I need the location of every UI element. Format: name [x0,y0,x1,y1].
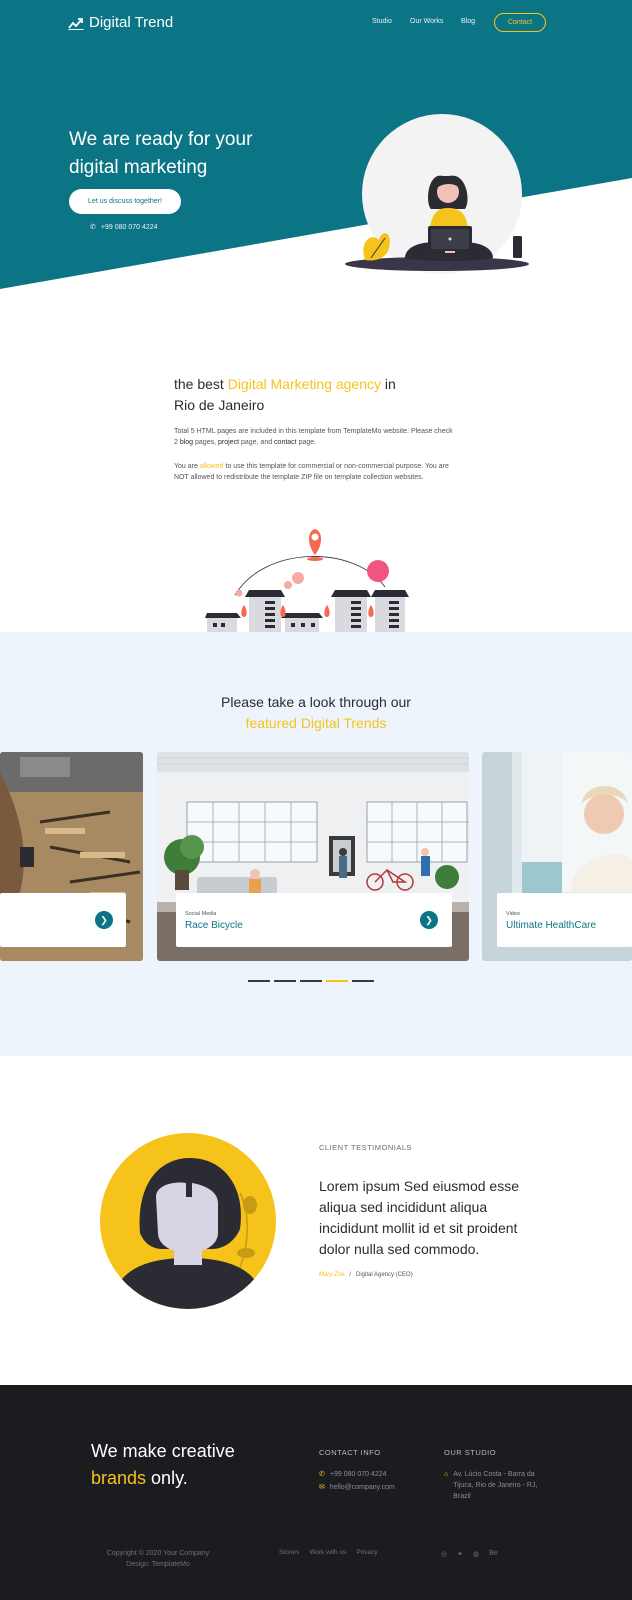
testimonial-quote: Lorem ipsum Sed eiusmod esse aliqua sed … [319,1178,519,1257]
about-p1-text-4: page. [296,439,317,446]
home-icon: ⌂ [444,1471,449,1478]
about-title-text: the best [174,376,228,392]
blog-link[interactable]: blog [180,439,193,446]
card-category: Video [506,911,520,917]
about-paragraph-2: You are allowed to use this template for… [174,461,454,483]
footer-phone-number: +99 080 070 4224 [329,1471,387,1478]
featured-title-line: Please take a look through our [221,694,411,710]
brand-name: Digital Trend [89,14,174,31]
slogan-accent: brands [91,1468,147,1488]
brand-logo[interactable]: Digital Trend [68,14,173,31]
hero-title: We are ready for your digital marketing [69,129,253,178]
footer-address-text: Av. Lúcio Costa - Barra da Tijuca, Rio d… [453,1471,538,1500]
city-illustration [205,529,409,633]
footer-contact-heading: CONTACT INFO [319,1448,381,1457]
footer-email-address: hello@company.com [329,1484,395,1491]
about-paragraph-1: Total 5 HTML pages are included in this … [174,426,454,448]
instagram-icon[interactable]: ◎ [441,1550,447,1558]
footer-address: ⌂ Av. Lúcio Costa - Barra da Tijuca, Rio… [444,1469,556,1502]
navbar: Digital Trend Studio Our Works Blog Cont… [0,0,632,46]
dribbble-icon[interactable]: ◍ [473,1550,479,1558]
author-separator: / [349,1272,352,1278]
featured-title-accent: featured Digital Trends [245,715,387,731]
trend-chart-icon [68,17,84,30]
copyright-text: Copyright © 2020 Your Company [106,1550,210,1557]
card-info-ultimate-healthcare: Video Ultimate HealthCare [497,893,632,947]
about-title: the best Digital Marketing agency in Rio… [174,374,414,416]
footer-slogan: We make creative brands only. [91,1438,271,1492]
card-title[interactable]: Race Bicycle [185,920,243,931]
footer-link-stories[interactable]: Stories [279,1549,299,1556]
testimonial-label: CLIENT TESTIMONIALS [319,1143,412,1152]
card-info-race-bicycle: Social Media Race Bicycle ❯ [176,893,452,947]
card-arrow-button[interactable]: ❯ [95,911,113,929]
slogan-text: We make creative [91,1441,235,1461]
nav-link-our-works[interactable]: Our Works [410,18,443,25]
about-title-accent: Digital Marketing agency [227,376,381,392]
carousel-dot[interactable] [300,980,322,982]
carousel-dot[interactable] [352,980,374,982]
contact-link[interactable]: contact [274,439,297,446]
hero-section: Digital Trend Studio Our Works Blog Cont… [0,0,632,300]
footer-studio-heading: OUR STUDIO [444,1448,497,1457]
footer-email[interactable]: ✉ hello@company.com [319,1482,395,1493]
about-p1-text-3: page, and [239,439,275,446]
client-avatar-illustration [100,1133,276,1309]
card-title[interactable]: Ultimate HealthCare [506,920,596,931]
footer-copyright: Copyright © 2020 Your Company Design: Te… [93,1548,223,1570]
hero-phone-number: +99 080 070 4224 [100,223,158,231]
carousel-dot[interactable] [274,980,296,982]
author-name: Mary Zoe [319,1272,345,1278]
phone-icon: ✆ [90,224,96,231]
footer-social: ◎ ✦ ◍ Be [441,1550,498,1558]
footer-links: Stories Work with us Privacy [279,1549,378,1556]
card-info-tools: ❯ [0,893,126,947]
chevron-right-icon: ❯ [100,914,108,925]
featured-title: Please take a look through our featured … [0,692,632,734]
chevron-right-icon: ❯ [425,914,433,925]
card-category: Social Media [185,911,217,917]
phone-icon: ✆ [319,1471,325,1478]
slogan-end: only. [146,1468,188,1488]
footer-link-privacy[interactable]: Privacy [356,1549,377,1556]
contact-button[interactable]: Contact [494,13,546,32]
behance-icon[interactable]: Be [489,1550,498,1558]
project-link[interactable]: project [218,439,239,446]
hero-phone[interactable]: ✆ +99 080 070 4224 [90,223,158,232]
envelope-icon: ✉ [319,1484,325,1491]
author-role: Digital Agency (CEO) [356,1272,413,1278]
nav-link-studio[interactable]: Studio [372,18,392,25]
woman-laptop-illustration [345,114,529,274]
about-p1-text-2: pages, [193,439,218,446]
discuss-button[interactable]: Let us discuss together! [69,189,181,214]
carousel-dot[interactable] [248,980,270,982]
footer-link-work-with-us[interactable]: Work with us [309,1549,346,1556]
testimonial-author: Mary Zoe / Digital Agency (CEO) [319,1272,413,1278]
carousel-dots [248,980,374,982]
carousel-dot-active[interactable] [326,980,348,982]
nav-link-blog[interactable]: Blog [461,18,475,25]
twitter-icon[interactable]: ✦ [457,1550,463,1558]
allowed-link[interactable]: allowed [200,463,224,470]
about-p2-text: You are [174,463,200,470]
card-arrow-button[interactable]: ❯ [420,911,438,929]
design-credit[interactable]: Design: TemplateMo [93,1559,223,1570]
footer-phone[interactable]: ✆ +99 080 070 4224 [319,1469,387,1480]
